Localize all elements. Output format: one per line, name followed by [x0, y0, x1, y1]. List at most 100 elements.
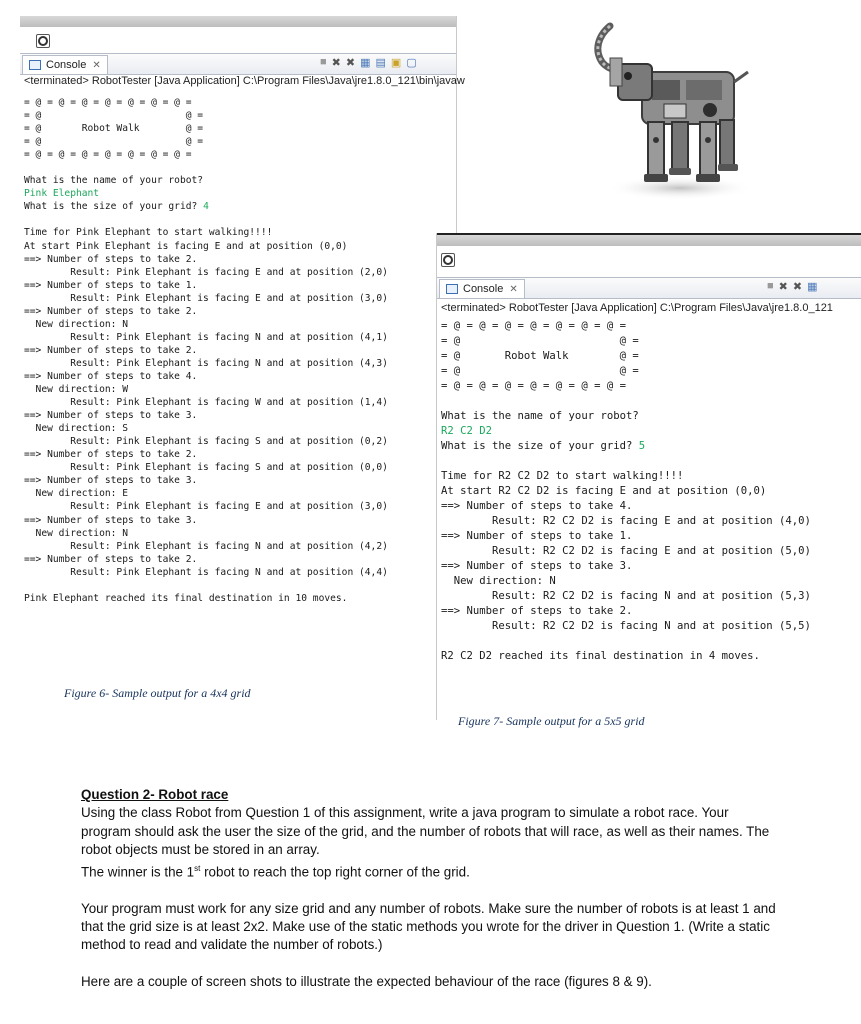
terminated-label: <terminated> RobotTester [Java Applicati…	[24, 75, 465, 87]
console-line: ==> Number of steps to take 4.	[441, 500, 633, 512]
console-line: Result: Pink Elephant is facing S and at…	[24, 436, 388, 448]
console-line: Result: Pink Elephant is facing W and at…	[24, 397, 388, 409]
stop-icon[interactable]: ■	[320, 56, 327, 69]
tab-label: Console	[463, 283, 504, 295]
console-line: ==> Number of steps to take 1.	[441, 530, 633, 542]
console-line: What is the name of your robot?	[24, 175, 204, 187]
question2-paragraph3: Here are a couple of screen shots to ill…	[81, 973, 652, 989]
close-icon[interactable]: ✕	[509, 284, 517, 295]
console-user-input: R2 C2 D2	[441, 425, 493, 437]
console-tabbar: Console ✕ ■ ✖ ✖ ▦ ▤ ▣ ▢	[20, 53, 456, 75]
console-line: At start R2 C2 D2 is facing E and at pos…	[441, 485, 767, 497]
console-line: = @ @ =	[441, 365, 639, 377]
console-line: Result: R2 C2 D2 is facing E and at posi…	[441, 515, 811, 527]
console-user-input: 5	[638, 440, 646, 452]
console-line: Result: R2 C2 D2 is facing E and at posi…	[441, 545, 811, 557]
scroll-lock-icon[interactable]: ▦	[807, 280, 817, 293]
question2-paragraph1: Using the class Robot from Question 1 of…	[81, 805, 770, 858]
console-toolbar: ■ ✖ ✖ ▦ ▤ ▣ ▢	[320, 56, 417, 69]
console-line: What is the name of your robot?	[441, 410, 639, 422]
console-window-figure7: Console ✕ ■ ✖ ✖ ▦ <terminated> RobotTest…	[436, 233, 861, 720]
figure6-caption: Figure 6- Sample output for a 4x4 grid	[64, 686, 251, 700]
console-toolbar: ■ ✖ ✖ ▦	[767, 280, 818, 293]
console-line: Result: Pink Elephant is facing S and at…	[24, 462, 388, 474]
console-line: Time for Pink Elephant to start walking!…	[24, 227, 273, 239]
console-line: Time for R2 C2 D2 to start walking!!!!	[441, 470, 684, 482]
console-line: ==> Number of steps to take 3.	[441, 560, 633, 572]
console-line: ==> Number of steps to take 3.	[24, 475, 198, 487]
console-user-input: 4	[203, 201, 209, 213]
console-user-input: Pink Elephant	[24, 188, 100, 200]
console-line: What is the size of your grid? 5	[441, 440, 646, 452]
gear-icon[interactable]	[36, 34, 50, 48]
console-line: At start Pink Elephant is facing E and a…	[24, 240, 348, 252]
console-line: Result: R2 C2 D2 is facing N and at posi…	[441, 620, 811, 632]
gear-icon[interactable]	[441, 253, 455, 267]
scroll-lock-icon[interactable]: ▦	[360, 56, 370, 69]
console-output: = @ = @ = @ = @ = @ = @ = @ = = @ @ = = …	[24, 96, 388, 605]
console-line: = @ Robot Walk @ =	[441, 350, 639, 362]
console-line: Result: Pink Elephant is facing E and at…	[24, 501, 388, 513]
question2-winner-line: The winner is the 1st robot to reach the…	[81, 860, 781, 882]
remove-launch-icon[interactable]: ✖	[779, 280, 788, 293]
menu-bar-faded	[437, 233, 861, 246]
console-line: = @ = @ = @ = @ = @ = @ = @ =	[441, 320, 626, 332]
console-tabbar: Console ✕ ■ ✖ ✖ ▦	[437, 277, 861, 299]
console-line: ==> Number of steps to take 2.	[24, 305, 198, 317]
figure7-caption: Figure 7- Sample output for a 5x5 grid	[458, 714, 645, 728]
console-line: Result: Pink Elephant is facing N and at…	[24, 566, 388, 578]
console-line: ==> Number of steps to take 2.	[24, 344, 198, 356]
question2-paragraph2: Your program must work for any size grid…	[81, 900, 776, 953]
remove-all-icon[interactable]: ✖	[793, 280, 802, 293]
console-line: Result: Pink Elephant is facing N and at…	[24, 357, 388, 369]
console-line: New direction: N	[441, 575, 556, 587]
winner-text-start: The winner is the 1	[81, 864, 195, 880]
close-icon[interactable]: ✕	[92, 60, 100, 71]
console-output: = @ = @ = @ = @ = @ = @ = @ = = @ @ = = …	[441, 319, 811, 664]
console-line: Result: Pink Elephant is facing N and at…	[24, 540, 388, 552]
display-console-icon[interactable]: ▢	[406, 56, 416, 69]
question2-heading: Question 2- Robot race	[81, 787, 229, 802]
console-line: Result: Pink Elephant is facing E and at…	[24, 292, 388, 304]
console-line: ==> Number of steps to take 2.	[24, 449, 198, 461]
console-line: New direction: E	[24, 488, 128, 500]
console-line: Result: R2 C2 D2 is facing N and at posi…	[441, 590, 811, 602]
tab-console[interactable]: Console ✕	[22, 55, 108, 74]
console-window-figure6: Console ✕ ■ ✖ ✖ ▦ ▤ ▣ ▢ <terminated> Rob…	[20, 16, 465, 616]
question2-section: Question 2- Robot race Using the class R…	[81, 786, 781, 991]
console-line: New direction: N	[24, 318, 128, 330]
robot-elephant-image	[594, 22, 754, 200]
console-line: Result: Pink Elephant is facing N and at…	[24, 331, 388, 343]
console-line: = @ = @ = @ = @ = @ = @ = @ =	[24, 149, 192, 161]
console-line: = @ @ =	[24, 136, 204, 148]
console-line: ==> Number of steps to take 2.	[24, 253, 198, 265]
console-line: New direction: N	[24, 527, 128, 539]
remove-launch-icon[interactable]: ✖	[332, 56, 341, 69]
console-line: ==> Number of steps to take 4.	[24, 370, 198, 382]
console-line: Pink Elephant reached its final destinat…	[24, 592, 348, 604]
remove-all-icon[interactable]: ✖	[346, 56, 355, 69]
console-icon	[446, 284, 458, 294]
console-line: = @ @ =	[24, 110, 204, 122]
word-wrap-icon[interactable]: ▤	[376, 56, 386, 69]
console-line: = @ @ =	[441, 335, 639, 347]
console-line: Result: Pink Elephant is facing E and at…	[24, 266, 388, 278]
pin-console-icon[interactable]: ▣	[391, 56, 401, 69]
console-line: New direction: W	[24, 384, 128, 396]
console-line: ==> Number of steps to take 3.	[24, 410, 198, 422]
tab-console[interactable]: Console ✕	[439, 279, 525, 298]
menu-bar-faded	[20, 16, 456, 27]
console-line: R2 C2 D2 reached its final destination i…	[441, 650, 760, 662]
console-line: = @ Robot Walk @ =	[24, 123, 204, 135]
terminated-label: <terminated> RobotTester [Java Applicati…	[441, 302, 833, 314]
console-line: = @ = @ = @ = @ = @ = @ = @ =	[441, 380, 626, 392]
console-icon	[29, 60, 41, 70]
console-line: ==> Number of steps to take 3.	[24, 514, 198, 526]
tab-label: Console	[46, 59, 87, 71]
winner-text-end: robot to reach the top right corner of t…	[200, 864, 470, 880]
console-line: ==> Number of steps to take 2.	[24, 553, 198, 565]
console-line: ==> Number of steps to take 2.	[441, 605, 633, 617]
console-line: New direction: S	[24, 423, 128, 435]
stop-icon[interactable]: ■	[767, 280, 774, 293]
console-line: ==> Number of steps to take 1.	[24, 279, 198, 291]
